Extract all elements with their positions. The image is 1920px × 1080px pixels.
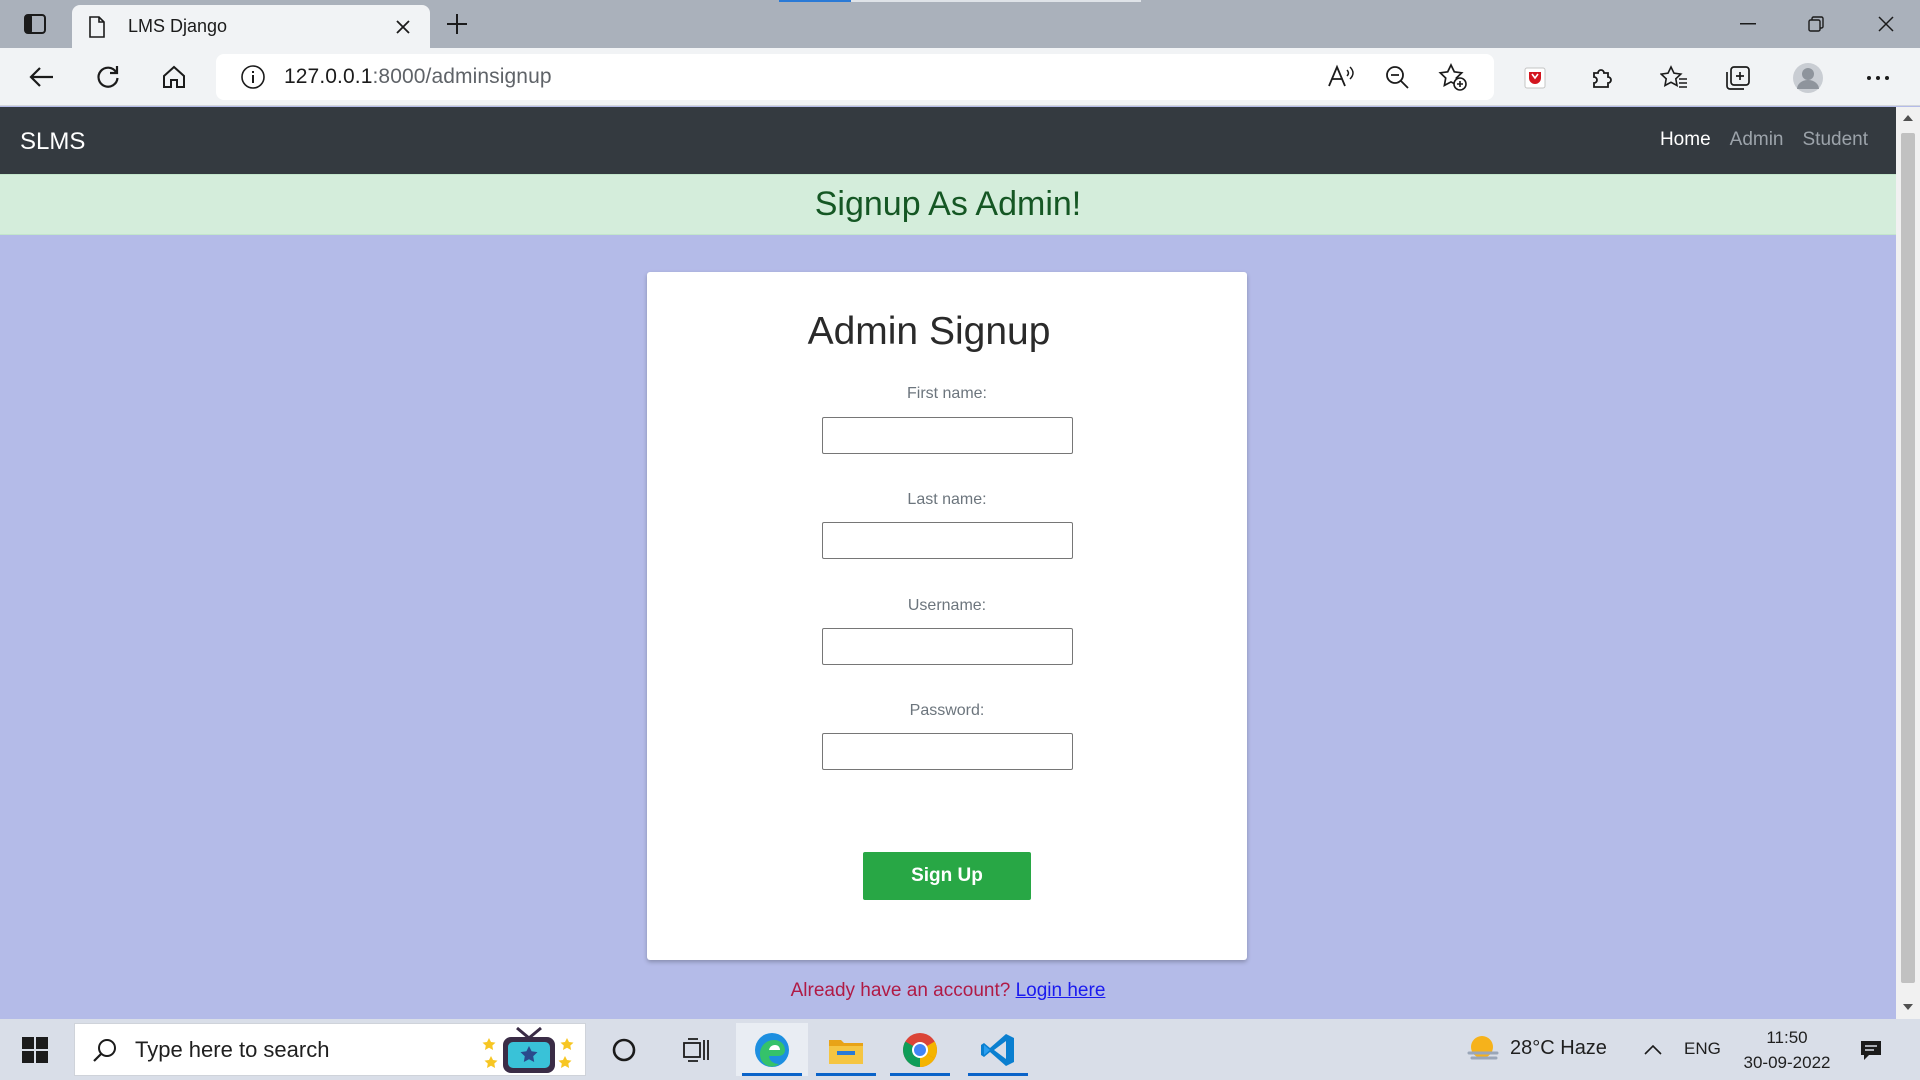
chrome-icon[interactable]	[884, 1023, 956, 1076]
zoom-out-icon[interactable]	[1382, 62, 1412, 92]
scrollbar-thumb[interactable]	[1901, 133, 1915, 983]
clock-time: 11:50	[1766, 1028, 1808, 1047]
cortana-icon[interactable]	[588, 1023, 660, 1076]
password-input[interactable]	[822, 733, 1073, 770]
page-loading-indicator	[779, 0, 1141, 2]
collections-icon[interactable]	[1720, 60, 1756, 96]
last-name-label: Last name:	[907, 491, 987, 508]
login-prompt: Already have an account? Login here	[0, 980, 1896, 1002]
active-app-indicator	[742, 1073, 802, 1076]
login-link[interactable]: Login here	[1016, 980, 1106, 1001]
first-name-label: First name:	[906, 385, 987, 402]
browser-tab[interactable]: LMS Django	[72, 5, 430, 48]
clock-date: 30-09-2022	[1743, 1053, 1831, 1072]
running-app-indicator	[968, 1073, 1028, 1076]
refresh-icon[interactable]	[88, 58, 128, 96]
tab-title: LMS Django	[128, 16, 228, 36]
site-navbar: SLMS Home Admin Student	[0, 107, 1896, 174]
windows-start-icon[interactable]	[12, 1033, 58, 1067]
pdf-extension-icon[interactable]	[1517, 60, 1553, 96]
page-viewport: SLMS Home Admin Student Signup As Admin!…	[0, 107, 1896, 1019]
input-language[interactable]: ENG	[1684, 1039, 1721, 1059]
nav-link-student[interactable]: Student	[1803, 129, 1869, 151]
new-tab-icon[interactable]	[441, 8, 473, 40]
search-icon	[89, 1034, 121, 1066]
nav-link-home[interactable]: Home	[1660, 129, 1711, 151]
windows-taskbar: Type here to search 28°C Haze ENG 11:50 …	[0, 1019, 1920, 1080]
nav-link-admin[interactable]: Admin	[1730, 129, 1784, 151]
navbar-brand[interactable]: SLMS	[20, 128, 85, 156]
chevron-up-icon[interactable]	[1640, 1037, 1666, 1063]
username-input[interactable]	[822, 628, 1073, 665]
search-placeholder: Type here to search	[135, 1036, 330, 1062]
home-icon[interactable]	[154, 58, 194, 96]
last-name-input[interactable]	[822, 522, 1073, 559]
task-view-icon[interactable]	[660, 1023, 732, 1076]
username-label: Username:	[907, 597, 987, 614]
close-tab-icon[interactable]	[390, 14, 416, 40]
url-path: :8000/adminsignup	[372, 65, 552, 88]
file-explorer-icon[interactable]	[810, 1023, 882, 1076]
back-arrow-icon[interactable]	[22, 58, 62, 96]
weather-haze-icon	[1467, 1036, 1499, 1060]
page-scrollbar[interactable]	[1896, 107, 1920, 1019]
browser-tab-strip: LMS Django	[0, 0, 1920, 48]
running-app-indicator	[890, 1073, 950, 1076]
vscode-icon[interactable]	[962, 1023, 1034, 1076]
scroll-up-arrow-icon[interactable]	[1901, 111, 1915, 125]
url-text: 127.0.0.1:8000/adminsignup	[284, 65, 1326, 89]
signup-card: Admin Signup First name: Last name: User…	[647, 272, 1247, 960]
form-heading: Admin Signup	[807, 310, 1051, 353]
weather-widget[interactable]: 28°C Haze	[1466, 1033, 1607, 1063]
profile-icon[interactable]	[1790, 60, 1826, 96]
taskbar-search-box[interactable]: Type here to search	[74, 1023, 586, 1076]
more-icon[interactable]	[1860, 60, 1896, 96]
notifications-icon[interactable]	[1856, 1035, 1886, 1065]
url-host: 127.0.0.1	[284, 65, 373, 88]
restore-icon[interactable]	[1786, 0, 1846, 48]
info-icon[interactable]	[240, 64, 266, 90]
login-prompt-text: Already have an account?	[790, 980, 1011, 1001]
address-bar[interactable]: 127.0.0.1:8000/adminsignup	[216, 54, 1494, 100]
banner-message: Signup As Admin!	[814, 185, 1082, 223]
browser-toolbar: 127.0.0.1:8000/adminsignup	[0, 48, 1920, 138]
tab-actions-icon[interactable]	[20, 10, 50, 38]
taskbar-clock[interactable]: 11:50 30-09-2022	[1732, 1025, 1842, 1075]
page-icon	[88, 15, 110, 38]
tv-stars-icon	[479, 1024, 579, 1076]
signup-banner: Signup As Admin!	[0, 174, 1896, 235]
puzzle-icon[interactable]	[1584, 60, 1620, 96]
sign-up-button[interactable]: Sign Up	[863, 852, 1031, 900]
running-app-indicator	[816, 1073, 876, 1076]
minimize-icon[interactable]	[1718, 0, 1778, 48]
read-aloud-icon[interactable]	[1326, 62, 1356, 92]
weather-text: 28°C Haze	[1510, 1036, 1607, 1059]
password-label: Password:	[909, 702, 985, 719]
close-window-icon[interactable]	[1856, 0, 1916, 48]
scroll-down-arrow-icon[interactable]	[1901, 1000, 1915, 1014]
first-name-input[interactable]	[822, 417, 1073, 454]
edge-browser-icon[interactable]	[736, 1023, 808, 1076]
add-favorite-icon[interactable]	[1438, 62, 1468, 92]
navbar-links: Home Admin Student	[1641, 129, 1868, 151]
favorites-icon[interactable]	[1656, 60, 1692, 96]
